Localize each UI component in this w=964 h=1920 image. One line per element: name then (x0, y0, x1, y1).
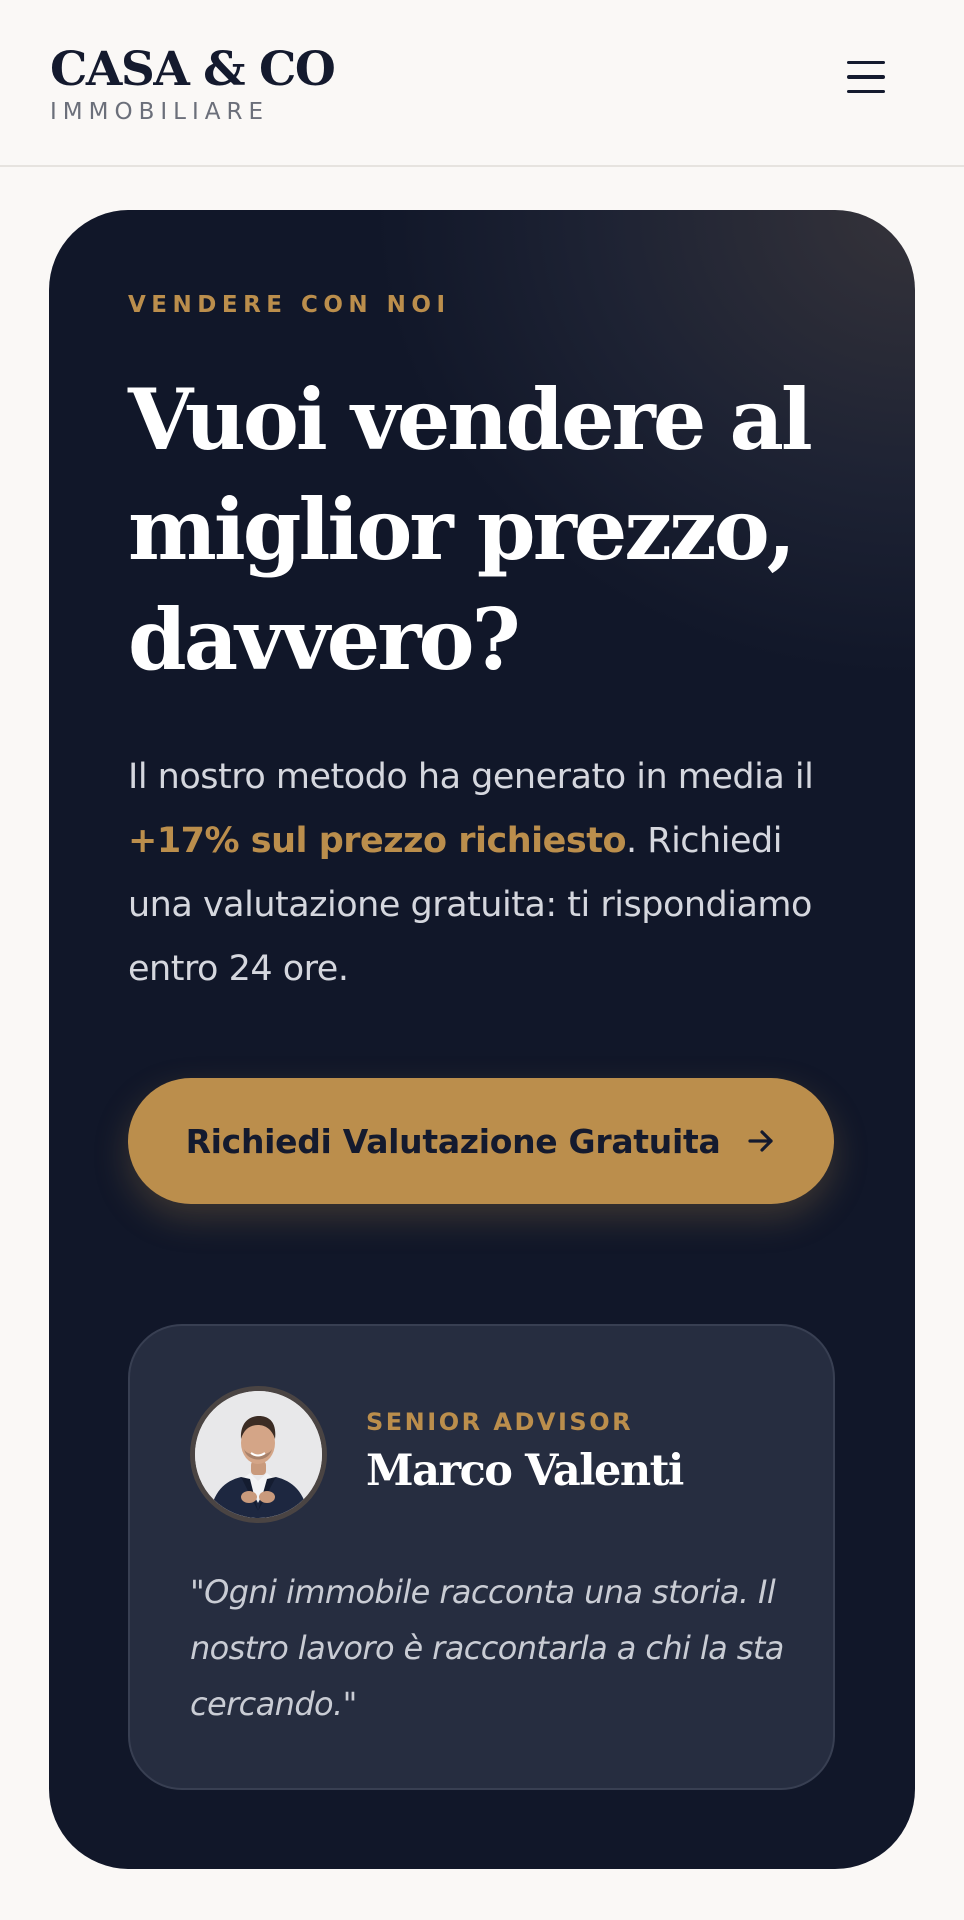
headline-line: Vuoi vendere al (128, 370, 813, 469)
menu-line (847, 89, 885, 94)
cta-label: Richiedi Valutazione Gratuita (185, 1121, 721, 1161)
headline-line: miglior prezzo, (128, 480, 796, 579)
brand-subtitle: IMMOBILIARE (50, 99, 269, 125)
hero-intro: Il nostro metodo ha generato in media il… (128, 745, 848, 1001)
section-eyebrow: VENDERE CON NOI (128, 292, 451, 318)
menu-line (847, 60, 885, 65)
request-valuation-button[interactable]: Richiedi Valutazione Gratuita (128, 1078, 834, 1204)
intro-highlight: +17% sul prezzo richiesto (128, 821, 627, 861)
site-header: CASA & CO IMMOBILIARE (0, 0, 964, 167)
hamburger-menu-icon[interactable] (836, 52, 896, 102)
arrow-right-icon (746, 1126, 776, 1156)
menu-line (847, 75, 885, 79)
hero-headline: Vuoi vendere al miglior prezzo, davvero? (128, 365, 848, 695)
advisor-card: SENIOR ADVISOR Marco Valenti "Ogni immob… (128, 1324, 835, 1790)
advisor-quote: "Ogni immobile racconta una storia. Il n… (190, 1573, 784, 1723)
brand-logo[interactable]: CASA & CO IMMOBILIARE (50, 42, 336, 126)
intro-text: Il nostro metodo ha generato in media il (128, 757, 814, 797)
avatar (190, 1386, 327, 1523)
advisor-name: Marco Valenti (366, 1446, 684, 1496)
hero-card: VENDERE CON NOI Vuoi vendere al miglior … (49, 210, 915, 1869)
advisor-role: SENIOR ADVISOR (366, 1408, 634, 1436)
brand-name: CASA & CO (50, 42, 336, 97)
headline-line: davvero? (128, 590, 521, 689)
